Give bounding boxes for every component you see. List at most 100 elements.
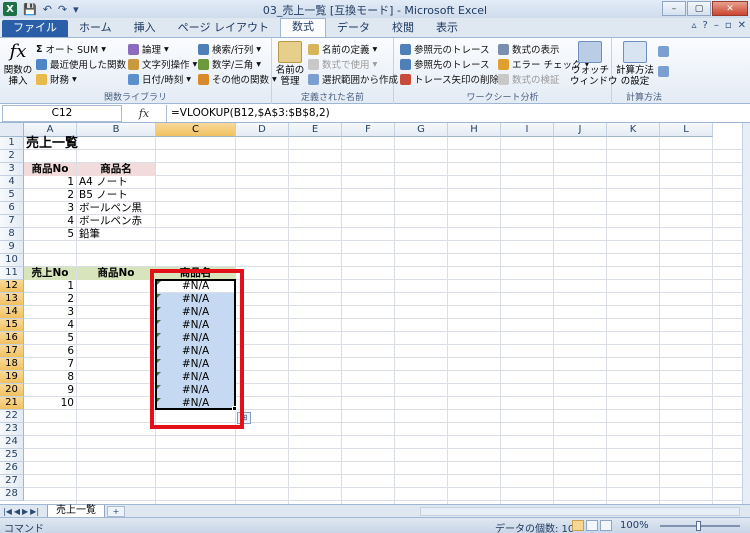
row-header-28[interactable]: 28 xyxy=(0,488,24,501)
sales-no-cell[interactable]: 4 xyxy=(24,319,76,332)
header-product-name[interactable]: 商品名 xyxy=(77,163,155,176)
row-header-18[interactable]: 18 xyxy=(0,358,24,371)
math-button[interactable]: 数学/三角 ▾ xyxy=(198,57,261,71)
tab-page-layout[interactable]: ページ レイアウト xyxy=(167,20,280,37)
tab-insert[interactable]: 挿入 xyxy=(123,20,167,37)
result-cell[interactable]: #N/A xyxy=(156,306,235,319)
header-sales-product-name[interactable]: 商品名 xyxy=(156,267,235,280)
logical-button[interactable]: 論理 ▾ xyxy=(128,42,169,56)
autofill-options-icon[interactable]: ⊞ xyxy=(237,412,251,424)
row-header-13[interactable]: 13 xyxy=(0,293,24,306)
minimize-button[interactable]: – xyxy=(662,1,686,16)
sales-no-cell[interactable]: 1 xyxy=(24,280,76,293)
row-header-1[interactable]: 1 xyxy=(0,137,24,150)
autosum-button[interactable]: Σ オート SUM ▾ xyxy=(36,42,106,57)
product-no-cell[interactable]: 1 xyxy=(24,176,76,189)
close-button[interactable]: ✕ xyxy=(712,1,748,16)
row-header-22[interactable]: 22 xyxy=(0,410,24,423)
row-header-27[interactable]: 27 xyxy=(0,475,24,488)
normal-view-icon[interactable] xyxy=(572,520,584,531)
column-header-b[interactable]: B xyxy=(77,123,156,137)
vertical-scrollbar[interactable] xyxy=(742,123,750,504)
sales-no-cell[interactable]: 9 xyxy=(24,384,76,397)
sales-no-cell[interactable]: 5 xyxy=(24,332,76,345)
horizontal-scrollbar[interactable] xyxy=(420,507,740,516)
error-indicator-icon[interactable] xyxy=(157,398,161,402)
tab-home[interactable]: ホーム xyxy=(68,20,123,37)
calc-options-button[interactable]: 計算方法 の設定 xyxy=(614,41,656,87)
name-box[interactable]: C12 xyxy=(2,104,122,122)
text-button[interactable]: 文字列操作 ▾ xyxy=(128,57,197,71)
help-icon[interactable]: ? xyxy=(703,20,708,31)
sheet-tab-sales[interactable]: 売上一覧 xyxy=(47,504,106,518)
row-header-15[interactable]: 15 xyxy=(0,319,24,332)
error-indicator-icon[interactable] xyxy=(157,333,161,337)
use-in-formula-button[interactable]: 数式で使用 ▾ xyxy=(308,57,377,71)
watch-window-button[interactable]: ウォッチ ウィンドウ xyxy=(570,41,618,87)
maximize-button[interactable]: ▢ xyxy=(687,1,711,16)
column-header-k[interactable]: K xyxy=(607,123,660,137)
error-indicator-icon[interactable] xyxy=(157,281,161,285)
product-no-cell[interactable]: 4 xyxy=(24,215,76,228)
row-header-14[interactable]: 14 xyxy=(0,306,24,319)
datetime-button[interactable]: 日付/時刻 ▾ xyxy=(128,72,191,86)
column-header-l[interactable]: L xyxy=(660,123,713,137)
result-cell[interactable]: #N/A xyxy=(156,332,235,345)
result-cell[interactable]: #N/A xyxy=(156,371,235,384)
redo-icon[interactable]: ↷ xyxy=(58,3,67,16)
tab-formulas[interactable]: 数式 xyxy=(279,18,326,37)
workbook-close-icon[interactable]: ✕ xyxy=(738,20,746,31)
header-product-no[interactable]: 商品No xyxy=(24,163,76,176)
sales-no-cell[interactable]: 3 xyxy=(24,306,76,319)
qat-customize-icon[interactable]: ▾ xyxy=(73,3,79,16)
row-header-24[interactable]: 24 xyxy=(0,436,24,449)
header-sales-no[interactable]: 売上No xyxy=(24,267,76,280)
financial-button[interactable]: 財務 ▾ xyxy=(36,72,77,86)
row-header-7[interactable]: 7 xyxy=(0,215,24,228)
column-header-i[interactable]: I xyxy=(501,123,554,137)
column-header-d[interactable]: D xyxy=(236,123,289,137)
sales-no-cell[interactable]: 8 xyxy=(24,371,76,384)
page-break-view-icon[interactable] xyxy=(600,520,612,531)
calc-now-button[interactable] xyxy=(658,46,669,57)
sheet-title-cell[interactable]: 売上一覧 xyxy=(24,137,78,150)
error-indicator-icon[interactable] xyxy=(157,320,161,324)
define-name-button[interactable]: 名前の定義 ▾ xyxy=(308,42,377,56)
evaluate-formula-button[interactable]: 数式の検証 xyxy=(498,72,560,86)
sales-no-cell[interactable]: 7 xyxy=(24,358,76,371)
column-header-a[interactable]: A xyxy=(24,123,77,137)
formula-input[interactable]: =VLOOKUP(B12,$A$3:$B$8,2) xyxy=(166,104,750,122)
workbook-minimize-icon[interactable]: – xyxy=(714,20,719,31)
result-cell[interactable]: #N/A xyxy=(156,384,235,397)
last-sheet-icon[interactable]: ▶| xyxy=(30,507,39,516)
zoom-level[interactable]: 100% xyxy=(620,520,649,531)
row-header-26[interactable]: 26 xyxy=(0,462,24,475)
calc-sheet-button[interactable] xyxy=(658,66,669,77)
product-name-cell[interactable]: ボールペン赤 xyxy=(77,215,155,228)
column-header-e[interactable]: E xyxy=(289,123,342,137)
column-header-f[interactable]: F xyxy=(342,123,395,137)
fill-handle[interactable] xyxy=(232,406,237,411)
result-cell[interactable]: #N/A xyxy=(156,319,235,332)
sales-no-cell[interactable]: 6 xyxy=(24,345,76,358)
row-header-4[interactable]: 4 xyxy=(0,176,24,189)
error-indicator-icon[interactable] xyxy=(157,294,161,298)
row-header-12[interactable]: 12 xyxy=(0,280,24,293)
tab-file[interactable]: ファイル xyxy=(2,20,68,37)
sales-no-cell[interactable]: 2 xyxy=(24,293,76,306)
tab-review[interactable]: 校閲 xyxy=(381,20,425,37)
row-header-25[interactable]: 25 xyxy=(0,449,24,462)
remove-arrows-button[interactable]: トレース矢印の削除▾ xyxy=(400,72,507,86)
insert-function-fx-icon[interactable]: fx xyxy=(122,107,166,120)
undo-icon[interactable]: ↶ xyxy=(43,3,52,16)
product-no-cell[interactable]: 5 xyxy=(24,228,76,241)
row-header-19[interactable]: 19 xyxy=(0,371,24,384)
worksheet-grid[interactable]: A B C D E F G H I J K L 1 2 3 4 5 6 7 8 9 10 11 12 13 14 15 16 17 18 1… xyxy=(0,123,742,504)
product-name-cell[interactable]: 鉛筆 xyxy=(77,228,155,241)
trace-dependents-button[interactable]: 参照先のトレース xyxy=(400,57,490,71)
result-cell[interactable]: #N/A xyxy=(156,293,235,306)
product-name-cell[interactable]: ボールペン黒 xyxy=(77,202,155,215)
row-header-2[interactable]: 2 xyxy=(0,150,24,163)
result-cell[interactable]: #N/A xyxy=(156,397,235,410)
column-header-j[interactable]: J xyxy=(554,123,607,137)
